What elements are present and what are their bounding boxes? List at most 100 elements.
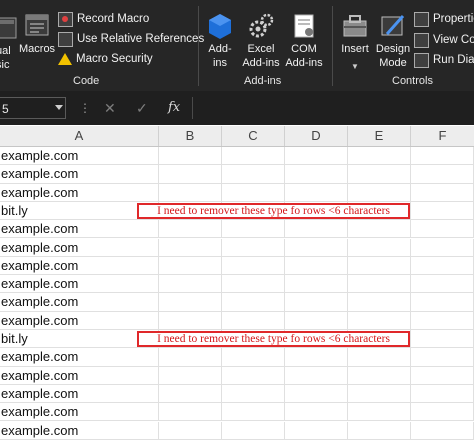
cell-empty[interactable]: [348, 183, 411, 201]
cell-empty[interactable]: [159, 293, 222, 311]
cell-a-value[interactable]: example.com: [0, 238, 159, 256]
cell-empty[interactable]: [411, 275, 474, 293]
cell-empty[interactable]: [159, 384, 222, 403]
cell-a-value[interactable]: example.com: [0, 366, 159, 384]
cell-a-value[interactable]: bit.ly: [0, 330, 159, 348]
cell-empty[interactable]: [348, 311, 411, 329]
view-code-button[interactable]: View Cod: [414, 31, 474, 49]
column-header-b[interactable]: B: [159, 126, 222, 146]
cell-empty[interactable]: [411, 238, 474, 256]
cell-a-value[interactable]: example.com: [0, 421, 159, 439]
cell-empty[interactable]: [159, 421, 222, 439]
cell-empty[interactable]: [222, 366, 285, 384]
more-options-icon[interactable]: ⋮: [79, 99, 91, 117]
cell-empty[interactable]: [159, 256, 222, 275]
cell-empty[interactable]: [411, 311, 474, 329]
cell-a-value[interactable]: example.com: [0, 384, 159, 403]
cell-empty[interactable]: [285, 384, 348, 403]
cell-a-value[interactable]: example.com: [0, 403, 159, 421]
cell-a-value[interactable]: example.com: [0, 183, 159, 201]
cell-empty[interactable]: [348, 256, 411, 275]
cell-empty[interactable]: [222, 311, 285, 329]
insert-control-button[interactable]: Insert ▼: [338, 12, 372, 74]
cell-empty[interactable]: [222, 220, 285, 238]
column-header-d[interactable]: D: [285, 126, 348, 146]
cell-empty[interactable]: [222, 421, 285, 439]
add-ins-button[interactable]: Add- ins: [203, 12, 237, 70]
design-mode-button[interactable]: Design Mode: [374, 12, 412, 70]
properties-button[interactable]: Propertie: [414, 10, 474, 28]
cell-a-value[interactable]: example.com: [0, 220, 159, 238]
cell-empty[interactable]: [285, 403, 348, 421]
cell-empty[interactable]: [159, 366, 222, 384]
cell-empty[interactable]: [285, 421, 348, 439]
cell-empty[interactable]: [222, 275, 285, 293]
cell-empty[interactable]: [411, 293, 474, 311]
cell-empty[interactable]: [285, 147, 348, 165]
cell-empty[interactable]: [348, 165, 411, 183]
cell-empty[interactable]: [348, 403, 411, 421]
cell-empty[interactable]: [348, 348, 411, 366]
cell-empty[interactable]: [285, 256, 348, 275]
cell-empty[interactable]: [348, 147, 411, 165]
cell-empty[interactable]: [285, 220, 348, 238]
cell-empty[interactable]: [411, 220, 474, 238]
cell-empty[interactable]: [411, 330, 474, 348]
cell-a-value[interactable]: bit.ly: [0, 201, 159, 220]
cell-empty[interactable]: [159, 403, 222, 421]
cell-empty[interactable]: [222, 256, 285, 275]
insert-function-icon[interactable]: fx: [168, 97, 180, 119]
cell-empty[interactable]: [159, 183, 222, 201]
run-dialog-button[interactable]: Run Dialo: [414, 51, 474, 69]
cell-empty[interactable]: [159, 147, 222, 165]
visual-basic-button[interactable]: ual sic: [0, 16, 18, 72]
cell-empty[interactable]: [222, 165, 285, 183]
enter-icon[interactable]: ✓: [136, 97, 148, 119]
cell-a-value[interactable]: example.com: [0, 311, 159, 329]
cell-a-value[interactable]: example.com: [0, 256, 159, 275]
cell-empty[interactable]: [411, 201, 474, 220]
cell-empty[interactable]: [222, 293, 285, 311]
cell-empty[interactable]: [159, 238, 222, 256]
cell-empty[interactable]: [222, 403, 285, 421]
cell-empty[interactable]: [159, 165, 222, 183]
cell-empty[interactable]: [411, 421, 474, 439]
cell-empty[interactable]: [348, 220, 411, 238]
cell-empty[interactable]: [411, 366, 474, 384]
cell-empty[interactable]: [222, 147, 285, 165]
macro-security-button[interactable]: Macro Security: [58, 50, 153, 68]
cell-empty[interactable]: [348, 238, 411, 256]
cell-empty[interactable]: [285, 311, 348, 329]
cell-empty[interactable]: [285, 165, 348, 183]
cell-empty[interactable]: [159, 311, 222, 329]
cell-empty[interactable]: [222, 183, 285, 201]
cell-empty[interactable]: [348, 421, 411, 439]
cell-empty[interactable]: [285, 183, 348, 201]
com-add-ins-button[interactable]: COM Add-ins: [284, 12, 324, 70]
cell-empty[interactable]: [285, 348, 348, 366]
cell-empty[interactable]: [411, 183, 474, 201]
cell-empty[interactable]: [285, 238, 348, 256]
excel-add-ins-button[interactable]: Excel Add-ins: [240, 12, 282, 70]
column-header-e[interactable]: E: [348, 126, 411, 146]
cell-a-value[interactable]: example.com: [0, 165, 159, 183]
cell-empty[interactable]: [222, 348, 285, 366]
cell-a-value[interactable]: example.com: [0, 275, 159, 293]
cell-empty[interactable]: [159, 348, 222, 366]
chevron-down-icon[interactable]: [55, 105, 63, 110]
column-header-f[interactable]: F: [411, 126, 474, 146]
cell-empty[interactable]: [348, 384, 411, 403]
cell-a-value[interactable]: example.com: [0, 147, 159, 165]
cell-empty[interactable]: [285, 293, 348, 311]
cell-empty[interactable]: [222, 238, 285, 256]
cell-empty[interactable]: [159, 275, 222, 293]
cancel-icon[interactable]: ✕: [104, 97, 116, 119]
cell-empty[interactable]: [411, 384, 474, 403]
formula-input[interactable]: [192, 97, 474, 119]
cell-empty[interactable]: [285, 275, 348, 293]
record-macro-button[interactable]: Record Macro: [58, 10, 149, 28]
cell-empty[interactable]: [348, 366, 411, 384]
cell-empty[interactable]: [159, 220, 222, 238]
column-header-c[interactable]: C: [222, 126, 285, 146]
macros-button[interactable]: Macros: [19, 12, 55, 56]
